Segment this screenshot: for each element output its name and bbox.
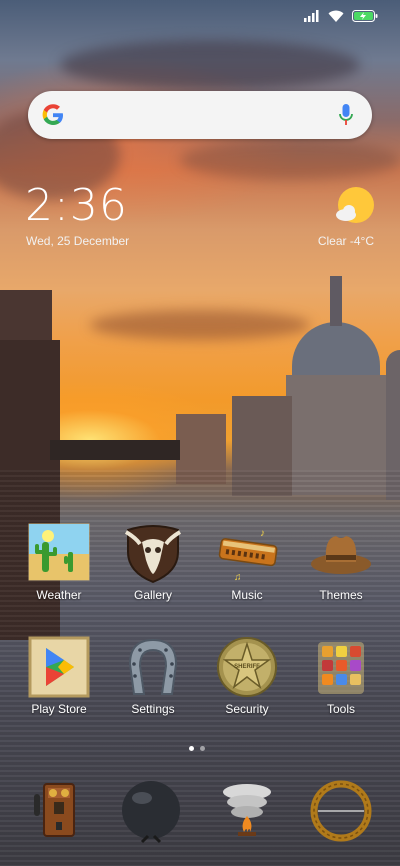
app-music[interactable]: ♪ ♫ Music	[204, 522, 290, 602]
weather-summary[interactable]: Clear -4°C	[318, 234, 374, 248]
microphone-icon[interactable]	[338, 103, 354, 127]
sheriff-badge-text: SHERIFF	[234, 664, 260, 670]
horseshoe-icon	[122, 636, 184, 698]
dock-app-phone[interactable]	[26, 778, 92, 844]
dock-app-browser[interactable]	[214, 778, 280, 844]
desert-cactus-icon	[28, 522, 90, 584]
app-tools-folder[interactable]: Tools	[298, 636, 384, 716]
app-gallery[interactable]: Gallery	[110, 522, 196, 602]
app-label-settings: Settings	[131, 702, 175, 716]
app-label-security: Security	[225, 702, 269, 716]
app-themes[interactable]: Themes	[298, 522, 384, 602]
wall-telephone-icon	[34, 783, 75, 837]
dock-app-messages[interactable]	[120, 778, 186, 844]
dock-app-camera[interactable]	[308, 778, 374, 844]
page-dot-2[interactable]	[200, 746, 205, 751]
signal-icon	[304, 10, 319, 22]
tools-folder-icon	[310, 636, 372, 698]
svg-text:♫: ♫	[234, 572, 242, 583]
clock-time[interactable]: 2:36	[25, 180, 128, 231]
battery-charging-icon	[352, 10, 378, 22]
app-play-store[interactable]: Play Store	[16, 636, 102, 716]
status-bar	[304, 10, 378, 22]
svg-text:♪: ♪	[260, 528, 265, 539]
app-security[interactable]: SHERIFF Security	[204, 636, 290, 716]
play-store-icon	[28, 636, 90, 698]
app-weather[interactable]: Weather	[16, 522, 102, 602]
sheriff-badge-icon: SHERIFF	[216, 636, 278, 698]
app-settings[interactable]: Settings	[110, 636, 196, 716]
harmonica-icon: ♪ ♫	[216, 522, 278, 584]
cowboy-hat-icon	[310, 522, 372, 584]
lasso-rope-icon	[310, 780, 372, 842]
app-label-play-store: Play Store	[31, 702, 87, 716]
clock-date: Wed, 25 December	[26, 234, 130, 248]
app-label-tools: Tools	[326, 702, 355, 716]
cannonball-bomb-icon	[122, 781, 180, 844]
google-g-icon	[42, 104, 63, 125]
page-indicator[interactable]	[189, 746, 205, 751]
bull-skull-shield-icon	[122, 522, 184, 584]
google-search-bar[interactable]	[28, 91, 372, 139]
stagecoach-campfire-icon	[223, 784, 271, 836]
wifi-icon	[328, 10, 344, 22]
page-dot-1[interactable]	[189, 746, 194, 751]
app-label-music: Music	[231, 588, 263, 602]
app-label-gallery: Gallery	[133, 588, 172, 602]
partly-sunny-icon[interactable]	[334, 186, 376, 226]
app-label-weather: Weather	[36, 588, 82, 602]
app-label-themes: Themes	[319, 588, 363, 602]
